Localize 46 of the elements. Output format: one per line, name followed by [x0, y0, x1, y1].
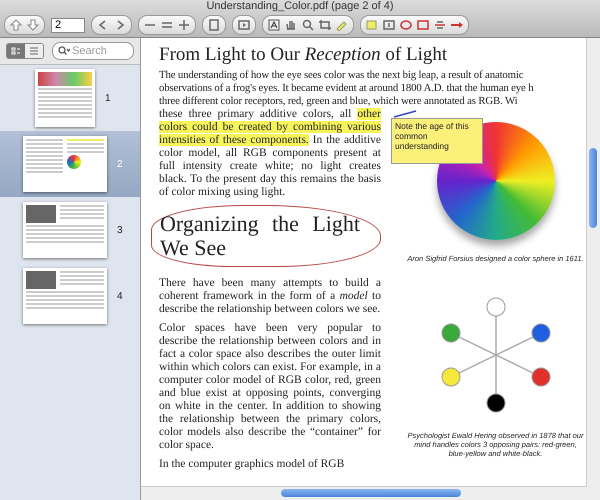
- thumbnail-view-button[interactable]: [7, 44, 25, 58]
- single-page-icon[interactable]: [207, 19, 221, 31]
- scrollbar-thumb[interactable]: [589, 148, 597, 228]
- heading: From Light to Our Reception of Light: [159, 44, 448, 66]
- text-line: observations of a frog's eyes. It became evident at around 1800 A.D. that the human eye h: [159, 82, 534, 95]
- page-number: 3: [117, 224, 124, 236]
- list-view-button[interactable]: [25, 44, 43, 58]
- page-thumbnail[interactable]: [23, 136, 107, 192]
- text-line: The understanding of how the eye sees color was the next big leap, a result of anatomic: [159, 69, 524, 82]
- magnifier-icon[interactable]: [301, 19, 315, 31]
- text-cursor-icon[interactable]: [267, 19, 281, 31]
- search-icon: [58, 46, 70, 56]
- highlighter-icon[interactable]: [335, 19, 349, 31]
- page-nav-control[interactable]: [4, 15, 45, 35]
- page-number: 2: [117, 158, 124, 170]
- down-arrow-icon[interactable]: [26, 19, 40, 31]
- page-thumbnail[interactable]: [35, 69, 95, 127]
- zoom-in-icon[interactable]: [177, 19, 191, 31]
- thumbnail-list-icon: [11, 47, 21, 55]
- slideshow-icon[interactable]: [237, 19, 251, 31]
- page-number: 1: [105, 92, 112, 104]
- text-box-icon[interactable]: [382, 19, 396, 31]
- paragraph: In the computer graphics model of RGB: [159, 458, 346, 471]
- note-icon[interactable]: [365, 19, 379, 31]
- page-number-field[interactable]: 2: [51, 18, 85, 32]
- lines-icon: [29, 47, 39, 55]
- rectangle-icon[interactable]: [416, 19, 430, 31]
- leader-line: [393, 110, 417, 118]
- paragraph: Color spaces have been very popular to describe the relationship between colors and in fact a color space also describes the outer limit within which colors can exist. For example, in a computer color model of RGB color, red, green and blue exist at opposing points, converging on white in the center. In addition to showing the relationship between the primary colors, color models also describe the “container” for color space.: [159, 322, 381, 452]
- text-line: three different color receptors, red, green and blue, which were annotated as RGB. Wi: [159, 95, 518, 108]
- page-thumbnail[interactable]: [23, 268, 107, 324]
- paragraph: There have been many attempts to build a coherent framework in the form of a model to describe the relationship between colors we see.: [159, 277, 381, 316]
- back-forward-control[interactable]: [91, 15, 132, 35]
- crop-icon[interactable]: [318, 19, 332, 31]
- up-arrow-icon[interactable]: [9, 19, 23, 31]
- window-title: Understanding_Color.pdf (page 2 of 4): [206, 0, 394, 13]
- zoom-control[interactable]: [138, 15, 196, 35]
- arrow-icon[interactable]: [450, 19, 464, 31]
- strikethrough-icon[interactable]: [433, 19, 447, 31]
- page-thumbnail[interactable]: [23, 202, 107, 258]
- subheading: Organizing the Light We See: [151, 205, 381, 267]
- oval-icon[interactable]: [399, 19, 413, 31]
- page-number: 4: [117, 290, 124, 302]
- scrollbar-thumb[interactable]: [281, 489, 461, 497]
- note-annotation[interactable]: Note the age of this common understanding: [391, 118, 483, 164]
- paragraph: these three primary additive colors, all other colors could be created by combining various intensities of these components. In the additive color model, all RGB components present at full intensity create white; no light creates black. To the present day this remains the basis of color mixing using light.: [159, 108, 381, 199]
